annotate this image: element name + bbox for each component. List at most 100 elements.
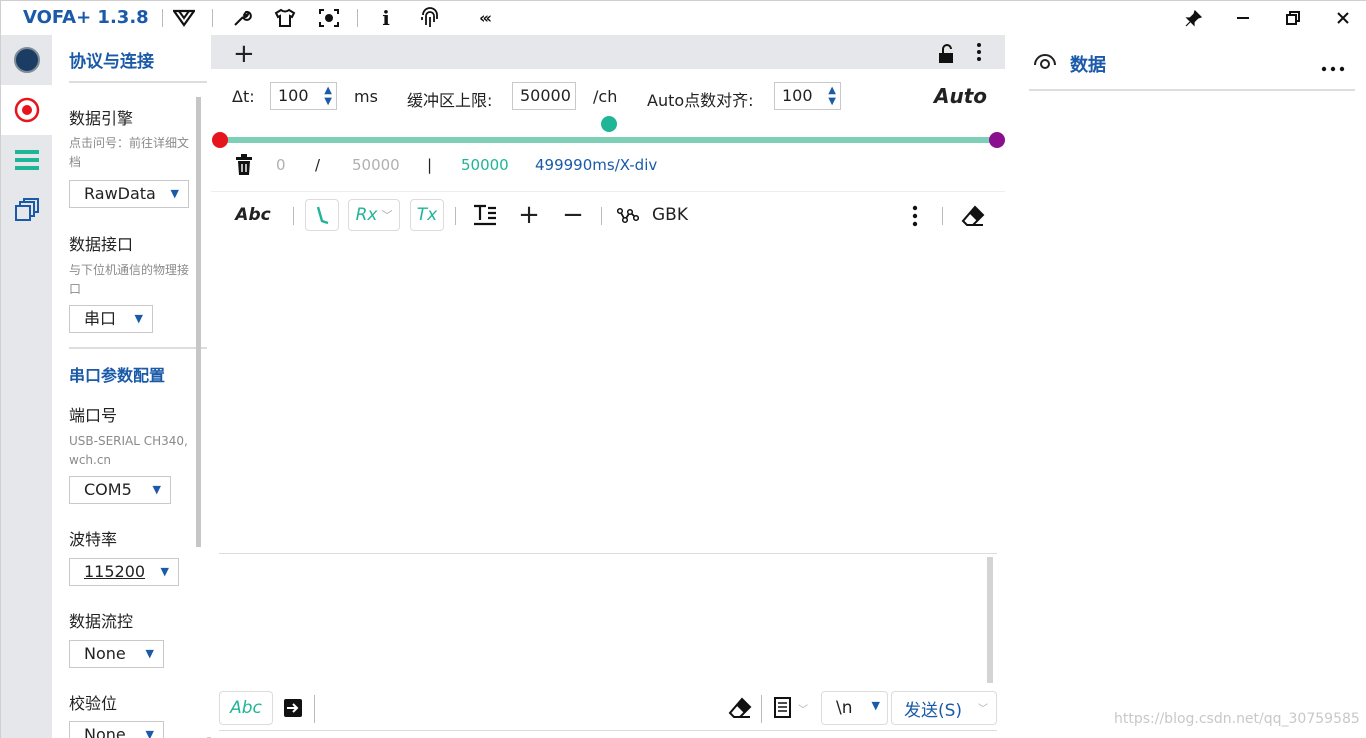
tx-toggle[interactable]: Tx [410,199,444,231]
more-horizontal-icon[interactable] [1321,57,1345,76]
engine-hint[interactable]: 点击问号：前往详细文档 [69,134,194,172]
slider-right-handle[interactable] [989,132,1005,148]
chevron-down-icon: ▼ [160,565,169,578]
separator [601,207,602,225]
auto-button[interactable]: Auto [934,84,987,108]
send-input[interactable] [219,553,997,683]
chevron-down-icon: ▼ [145,728,154,738]
newline-select[interactable]: \n ▼ [821,691,888,725]
chevron-down-icon: ▼ [170,187,179,200]
engine-select-value: RawData [84,184,156,203]
timestamp-toggle-icon[interactable] [305,199,339,231]
logo-v-icon[interactable] [171,6,197,30]
stat-divider: | [427,156,433,174]
port-select-value: COM5 [84,480,132,499]
dt-value: 100 [278,86,309,105]
icon-rail [1,35,52,738]
send-scrollbar[interactable] [987,557,993,683]
windows-icon[interactable] [1,185,52,235]
buffer-value: 50000 [520,86,571,105]
connection-icon[interactable] [1,35,52,85]
parity-label: 校验位 [69,694,118,713]
divider [1029,89,1355,91]
point-count: 0 [276,156,286,174]
more-vertical-icon[interactable] [912,205,918,231]
send-button[interactable]: 发送(S) ﹀ [891,691,997,725]
close-icon[interactable] [1328,5,1358,31]
eye-icon[interactable] [1033,52,1057,76]
parity-select[interactable]: None ▼ [69,721,164,738]
interface-select[interactable]: 串口 ▼ [69,305,153,333]
text-format-icon[interactable] [471,199,499,231]
command-list-button[interactable]: ﹀ [773,697,808,719]
spin-arrows-icon[interactable]: ▲ ▼ [324,85,332,107]
x-div-readout: 499990ms/X-div [535,156,658,174]
point-total: 50000 [352,156,400,174]
interface-hint: 与下位机通信的物理接口 [69,263,190,296]
tshirt-icon[interactable] [272,6,298,30]
divider [69,347,207,349]
record-icon[interactable] [1,85,52,135]
zoom-out-icon[interactable]: − [559,199,587,231]
separator [761,695,762,723]
separator [212,9,213,27]
interface-select-value: 串口 [84,309,117,328]
zoom-in-icon[interactable]: + [515,199,543,231]
slider-mid-handle[interactable] [601,116,617,132]
clear-send-icon[interactable] [728,697,752,723]
collapse-icon[interactable]: «‹ [471,6,497,30]
slider-left-handle[interactable] [212,132,228,148]
dt-spinbox[interactable]: 100 ▲ ▼ [270,82,337,110]
port-select[interactable]: COM5 ▼ [69,476,171,504]
title-bar: VOFA+ 1.3.8 i «‹ [1,1,1366,35]
spin-arrows-icon[interactable]: ▲ ▼ [828,85,836,107]
chevron-down-icon: ▼ [134,312,143,325]
engine-label: 数据引擎 [69,109,134,128]
info-icon[interactable]: i [373,6,399,30]
send-file-icon[interactable] [283,697,305,723]
port-hint: USB-SERIAL CH340, wch.cn [69,434,188,467]
separator [314,695,315,723]
align-spinbox[interactable]: 100 ▲ ▼ [774,82,841,110]
buffer-input[interactable]: 50000 [512,82,576,110]
pin-icon[interactable] [1179,5,1209,31]
left-panel-scrollbar[interactable] [196,97,201,547]
add-tab-icon[interactable]: + [233,39,255,69]
trash-icon[interactable] [235,154,253,180]
separator [162,9,163,27]
panel-title: 协议与连接 [69,52,154,72]
separator [357,9,358,27]
minimize-icon[interactable] [1228,5,1258,31]
restore-icon[interactable] [1278,5,1308,31]
separator [293,207,294,225]
more-vertical-icon[interactable] [976,42,982,66]
baud-select-value: 115200 [84,562,146,581]
capture-icon[interactable] [316,6,342,30]
range-slider-track[interactable] [219,137,997,143]
flow-select-value: None [84,644,126,663]
baud-label: 波特率 [69,530,118,549]
chevron-down-icon: ﹀ [978,704,988,715]
dt-label: Δt: [232,87,255,106]
wrench-icon[interactable] [229,6,255,30]
eraser-icon[interactable] [961,205,985,231]
unlock-icon[interactable] [937,44,955,68]
plot-node-icon[interactable] [617,199,639,231]
fingerprint-icon[interactable] [417,6,443,30]
app-title: VOFA+ 1.3.8 [23,7,149,28]
stat-slash: / [315,156,321,174]
vofa-window: VOFA+ 1.3.8 i «‹ 协议与连接 数据引擎 点击问号：前往详细文档 … [0,0,1366,738]
engine-select[interactable]: RawData ▼ [69,180,189,208]
encoding-button[interactable]: GBK [649,199,691,231]
flow-select[interactable]: None ▼ [69,640,164,668]
abc-button[interactable]: Abc [233,199,273,231]
send-abc-button[interactable]: Abc [219,691,273,725]
list-icon[interactable] [1,135,52,185]
baud-select[interactable]: 115200 ▼ [69,558,179,586]
protocol-panel: 协议与连接 数据引擎 点击问号：前往详细文档 RawData ▼ 数据接口 与下… [52,35,207,738]
port-label: 端口号 [69,406,118,425]
data-panel-title: 数据 [1070,55,1106,76]
rx-toggle[interactable]: Rx ﹀ [348,199,400,231]
receive-area[interactable] [219,241,997,553]
align-value: 100 [782,86,813,105]
